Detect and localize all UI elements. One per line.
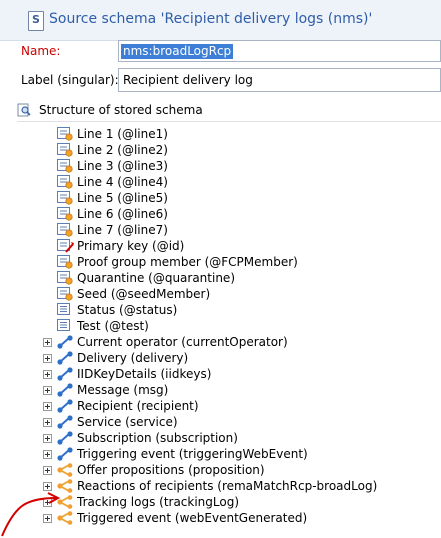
tree-node-label: Line 1 (@line1)	[77, 127, 168, 141]
expand-toggle-icon[interactable]	[43, 338, 52, 347]
tree-node-label: Line 6 (@line6)	[77, 207, 168, 221]
link-icon	[57, 399, 73, 413]
expand-toggle-icon[interactable]	[43, 386, 52, 395]
attribute-icon	[57, 175, 73, 189]
name-label: Name:	[21, 44, 61, 58]
attribute-icon	[57, 159, 73, 173]
section-divider	[17, 121, 441, 122]
tree-node-label: Status (@status)	[77, 303, 178, 317]
tree-node-label: Quarantine (@quarantine)	[77, 271, 235, 285]
name-value: nms:broadLogRcp	[121, 44, 234, 59]
name-field[interactable]: nms:broadLogRcp	[118, 40, 441, 62]
tree-node-label: Reactions of recipients (remaMatchRcp-br…	[77, 479, 378, 493]
tree-node-label: Line 4 (@line4)	[77, 175, 168, 189]
structure-header-label: Structure of stored schema	[39, 103, 203, 117]
attribute-icon	[57, 143, 73, 157]
tree-node-label: Current operator (currentOperator)	[77, 335, 288, 349]
tree-node-label: Service (service)	[77, 415, 178, 429]
tree-node-label: Line 7 (@line7)	[77, 223, 168, 237]
expand-toggle-icon[interactable]	[43, 450, 52, 459]
attribute-icon	[57, 127, 73, 141]
tree-node-label: Subscription (subscription)	[77, 431, 238, 445]
tree-node-label: Proof group member (@FCPMember)	[77, 255, 298, 269]
link-icon	[57, 351, 73, 365]
link-icon	[57, 367, 73, 381]
tree-node-label: Line 2 (@line2)	[77, 143, 168, 157]
magnifier-icon	[17, 103, 31, 117]
enum-icon	[57, 303, 70, 315]
expand-toggle-icon[interactable]	[43, 482, 52, 491]
link-icon	[57, 415, 73, 429]
collection-link-icon	[57, 463, 73, 477]
primary-key-icon	[57, 239, 74, 253]
expand-toggle-icon[interactable]	[43, 418, 52, 427]
link-icon	[57, 447, 73, 461]
tree-node-label: IIDKeyDetails (iidkeys)	[77, 367, 212, 381]
attribute-icon	[57, 271, 73, 285]
link-icon	[57, 383, 73, 397]
tree-node-label: Triggering event (triggeringWebEvent)	[77, 447, 308, 461]
tree-node-label: Tracking logs (trackingLog)	[77, 495, 240, 509]
enum-icon	[57, 319, 70, 331]
tree-node-label: Test (@test)	[77, 319, 149, 333]
link-icon	[57, 335, 73, 349]
label-singular-field[interactable]: Recipient delivery log	[118, 68, 441, 92]
attribute-icon	[57, 223, 73, 237]
expand-toggle-icon[interactable]	[43, 370, 52, 379]
attribute-icon	[57, 255, 73, 269]
tree-node-label: Line 5 (@line5)	[77, 191, 168, 205]
collection-link-icon	[57, 479, 73, 493]
expand-toggle-icon[interactable]	[43, 466, 52, 475]
tree-node-label: Delivery (delivery)	[77, 351, 189, 365]
expand-toggle-icon[interactable]	[43, 354, 52, 363]
tree-node-label: Recipient (recipient)	[77, 399, 199, 413]
tree-node-label: Message (msg)	[77, 383, 169, 397]
tree-node-label: Triggered event (webEventGenerated)	[77, 511, 308, 525]
attribute-icon	[57, 191, 73, 205]
schema-icon: S	[28, 11, 44, 31]
link-icon	[57, 431, 73, 445]
tree-node-label: Offer propositions (proposition)	[77, 463, 265, 477]
tree-node-label: Seed (@seedMember)	[77, 287, 211, 301]
attribute-icon	[57, 207, 73, 221]
tree-node-label: Primary key (@id)	[77, 239, 185, 253]
label-singular-label: Label (singular):	[21, 73, 119, 87]
red-annotation-arrow	[1, 492, 61, 537]
tree-node-label: Line 3 (@line3)	[77, 159, 168, 173]
expand-toggle-icon[interactable]	[43, 402, 52, 411]
attribute-icon	[57, 287, 73, 301]
window-title: Source schema 'Recipient delivery logs (…	[49, 11, 373, 27]
window-title-bar: S Source schema 'Recipient delivery logs…	[0, 0, 441, 41]
expand-toggle-icon[interactable]	[43, 434, 52, 443]
label-singular-value: Recipient delivery log	[123, 73, 253, 87]
